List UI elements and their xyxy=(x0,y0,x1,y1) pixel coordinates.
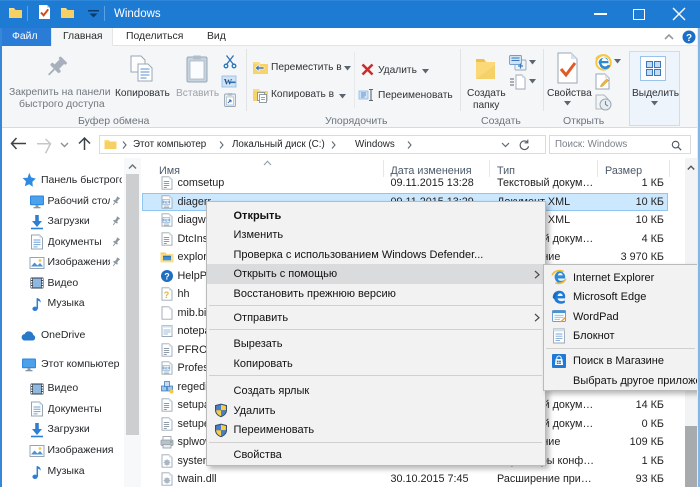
svg-text:?: ? xyxy=(686,33,692,44)
svg-text:?: ? xyxy=(164,290,170,300)
svg-text:<e>: <e> xyxy=(162,366,170,372)
svg-text:<e>: <e> xyxy=(162,199,170,205)
svg-text:?: ? xyxy=(164,271,170,281)
svg-text:<e>: <e> xyxy=(162,218,170,224)
